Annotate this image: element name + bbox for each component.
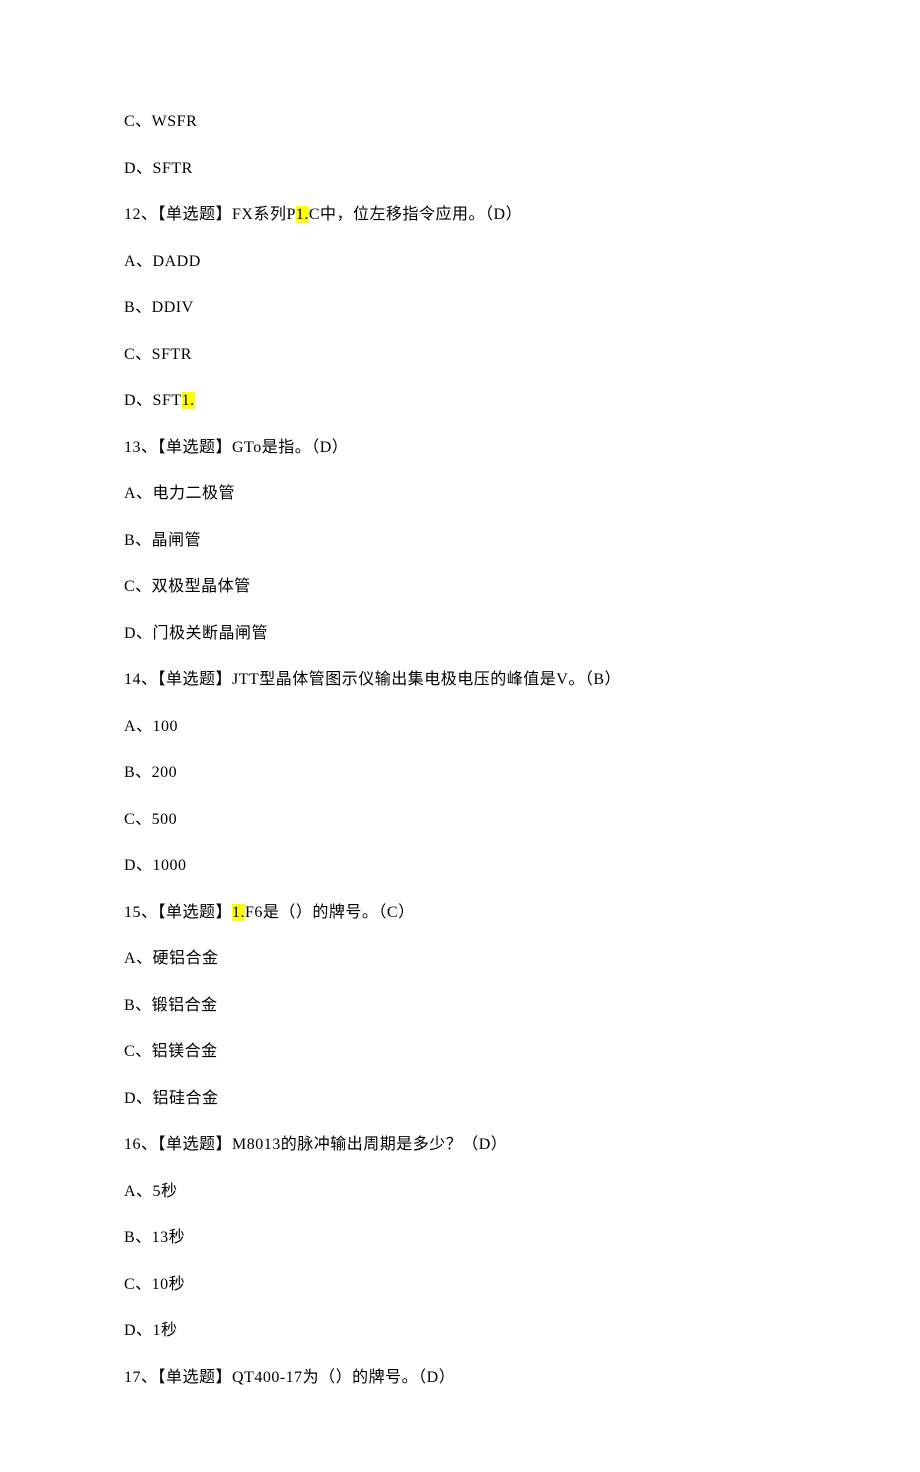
document-page: C、WSFR D、SFTR 12、【单选题】FX系列P1.C中，位左移指令应用。… bbox=[0, 0, 920, 1472]
option-d: D、SFT1. bbox=[124, 389, 820, 413]
question-17: 17、【单选题】QT400-17为（）的牌号。（D） bbox=[124, 1366, 820, 1390]
text-segment: 12、【单选题】FX系列P bbox=[124, 206, 296, 223]
text-segment: C中，位左移指令应用。（D） bbox=[309, 206, 522, 223]
option-d: D、铝硅合金 bbox=[124, 1087, 820, 1111]
option-a: A、电力二极管 bbox=[124, 482, 820, 506]
option-b: B、200 bbox=[124, 761, 820, 785]
question-15: 15、【单选题】1.F6是（）的牌号。（C） bbox=[124, 901, 820, 925]
question-14: 14、【单选题】JTT型晶体管图示仪输出集电极电压的峰值是V。（B） bbox=[124, 668, 820, 692]
option-a: A、5秒 bbox=[124, 1180, 820, 1204]
option-d: D、1秒 bbox=[124, 1319, 820, 1343]
option-c: C、SFTR bbox=[124, 343, 820, 367]
option-a: A、DADD bbox=[124, 250, 820, 274]
option-c: C、500 bbox=[124, 808, 820, 832]
option-b: B、DDIV bbox=[124, 296, 820, 320]
option-c: C、WSFR bbox=[124, 110, 820, 134]
highlight-text: 1. bbox=[182, 392, 195, 409]
option-c: C、10秒 bbox=[124, 1273, 820, 1297]
question-12: 12、【单选题】FX系列P1.C中，位左移指令应用。（D） bbox=[124, 203, 820, 227]
text-segment: 15、【单选题】 bbox=[124, 904, 232, 921]
option-d: D、SFTR bbox=[124, 157, 820, 181]
option-d: D、门极关断晶闸管 bbox=[124, 622, 820, 646]
option-b: B、锻铝合金 bbox=[124, 994, 820, 1018]
question-13: 13、【单选题】GTo是指。（D） bbox=[124, 436, 820, 460]
highlight-text: 1. bbox=[232, 904, 245, 921]
option-d: D、1000 bbox=[124, 854, 820, 878]
text-segment: F6是（）的牌号。（C） bbox=[245, 904, 415, 921]
option-b: B、晶闸管 bbox=[124, 529, 820, 553]
option-a: A、100 bbox=[124, 715, 820, 739]
option-b: B、13秒 bbox=[124, 1226, 820, 1250]
highlight-text: 1. bbox=[296, 206, 309, 223]
option-a: A、硬铝合金 bbox=[124, 947, 820, 971]
question-16: 16、【单选题】M8013的脉冲输出周期是多少？（D） bbox=[124, 1133, 820, 1157]
text-segment: D、SFT bbox=[124, 392, 182, 409]
option-c: C、铝镁合金 bbox=[124, 1040, 820, 1064]
option-c: C、双极型晶体管 bbox=[124, 575, 820, 599]
